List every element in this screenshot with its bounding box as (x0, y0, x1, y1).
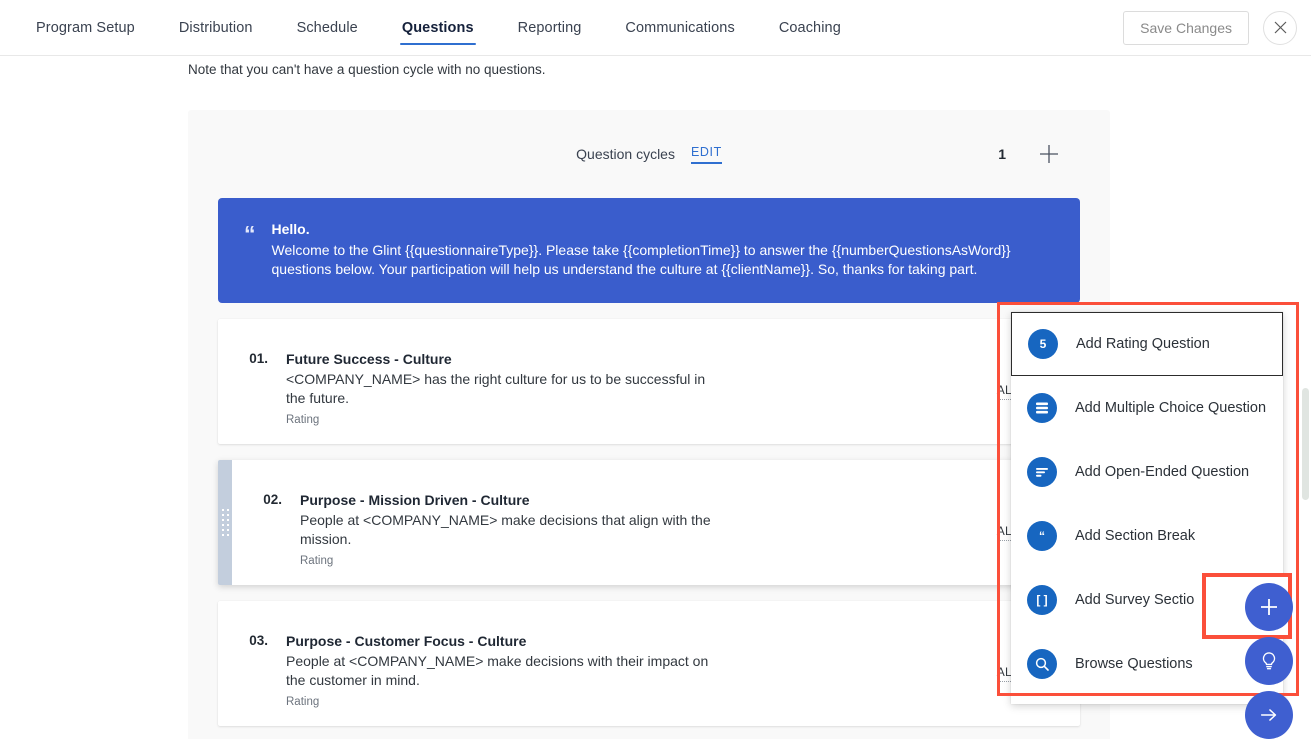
question-title: Purpose - Mission Driven - Culture (300, 492, 530, 508)
question-text: People at <COMPANY_NAME> make decisions … (300, 512, 711, 547)
question-cycles-label: Question cycles (576, 146, 675, 162)
tab-label: Coaching (778, 19, 841, 36)
add-fab[interactable] (1245, 583, 1293, 631)
add-question-menu: 5 Add Rating Question Add Multiple Choice … (1011, 312, 1283, 704)
brackets-icon: [ ] (1027, 585, 1057, 615)
tab-coaching[interactable]: Coaching (757, 0, 863, 56)
question-title: Purpose - Customer Focus - Culture (286, 633, 527, 649)
topbar-actions: Save Changes (1123, 10, 1311, 45)
tab-label: Reporting (517, 19, 582, 36)
intro-banner: “ Hello. Welcome to the Glint {{question… (218, 198, 1080, 303)
menu-item-label: Add Survey Sectio (1075, 592, 1195, 608)
close-icon[interactable] (1263, 10, 1297, 45)
intro-banner-text: Hello. Welcome to the Glint {{questionna… (272, 220, 1055, 279)
menu-item-add-rating-question[interactable]: 5 Add Rating Question (1011, 312, 1283, 376)
question-title: Future Success - Culture (286, 351, 452, 367)
menu-item-add-section-break[interactable]: “ Add Section Break (1011, 504, 1283, 568)
tab-communications[interactable]: Communications (603, 0, 756, 56)
question-type: Rating (286, 414, 320, 426)
question-text: <COMPANY_NAME> has the right culture for… (286, 371, 706, 406)
tab-label: Questions (401, 19, 474, 36)
tab-program-setup[interactable]: Program Setup (14, 0, 157, 56)
questions-panel: Question cycles EDIT 1 “ Hello. Welcome … (188, 110, 1110, 739)
tab-schedule[interactable]: Schedule (275, 0, 380, 56)
question-card-list: 01. Future Success - Culture <COMPANY_NAME… (188, 319, 1110, 726)
intro-banner-greeting: Hello. (271, 221, 310, 237)
open-ended-icon (1027, 457, 1057, 487)
search-icon (1027, 649, 1057, 679)
menu-item-add-open-ended-question[interactable]: Add Open-Ended Question (1011, 440, 1283, 504)
menu-item-label: Browse Questions (1075, 656, 1193, 672)
question-number: 03. (249, 633, 268, 648)
question-cycles-edit-link[interactable]: EDIT (690, 145, 722, 164)
question-cycles-count: 1 (998, 146, 1006, 162)
quote-icon: “ (244, 221, 256, 247)
floating-action-buttons (1245, 583, 1293, 739)
quote-icon: “ (1027, 521, 1057, 551)
tips-fab[interactable] (1245, 637, 1293, 685)
question-type: Rating (300, 555, 334, 567)
tab-label: Communications (625, 19, 735, 36)
tab-reporting[interactable]: Reporting (496, 0, 604, 56)
intro-banner-body: Welcome to the Glint {{questionnaireType… (271, 242, 1011, 277)
menu-item-add-multiple-choice-question[interactable]: Add Multiple Choice Question (1011, 376, 1283, 440)
question-content: Purpose - Mission Driven - Culture People… (300, 492, 752, 567)
rating-5-icon: 5 (1028, 329, 1058, 359)
tab-label: Distribution (178, 19, 253, 36)
save-changes-button[interactable]: Save Changes (1123, 10, 1249, 45)
question-content: Purpose - Customer Focus - Culture People… (286, 633, 738, 708)
tab-distribution[interactable]: Distribution (157, 0, 275, 56)
question-cycles-bar: Question cycles EDIT 1 (188, 110, 1110, 198)
question-card[interactable]: 03. Purpose - Customer Focus - Culture Peo… (218, 601, 1080, 726)
menu-item-label: Add Multiple Choice Question (1075, 400, 1267, 416)
menu-item-label: Add Rating Question (1076, 336, 1210, 352)
tab-list: Program Setup Distribution Schedule Questio… (0, 0, 863, 56)
menu-item-label: Add Open-Ended Question (1075, 464, 1250, 480)
question-type: Rating (286, 696, 320, 708)
top-navigation-bar: Program Setup Distribution Schedule Questio… (0, 0, 1311, 56)
tab-questions[interactable]: Questions (380, 0, 496, 56)
question-card[interactable]: 01. Future Success - Culture <COMPANY_NAME… (218, 319, 1080, 444)
app-root: Program Setup Distribution Schedule Questio… (0, 0, 1311, 739)
add-cycle-plus-icon[interactable] (1036, 141, 1062, 167)
multiple-choice-icon (1027, 393, 1057, 423)
page-scrollbar-thumb[interactable] (1302, 388, 1309, 500)
drag-handle-icon[interactable] (218, 460, 232, 585)
question-content: Future Success - Culture <COMPANY_NAME> h… (286, 351, 738, 426)
question-number: 02. (263, 492, 282, 507)
question-number: 01. (249, 351, 268, 366)
question-card[interactable]: 02. Purpose - Mission Driven - Culture Peo… (218, 460, 1080, 585)
question-text: People at <COMPANY_NAME> make decisions … (286, 653, 709, 688)
menu-item-browse-questions[interactable]: Browse Questions (1011, 632, 1283, 696)
menu-item-label: Add Section Break (1075, 528, 1196, 544)
cycle-note-text: Note that you can't have a question cycl… (188, 62, 546, 77)
tab-label: Schedule (296, 19, 358, 36)
next-fab[interactable] (1245, 691, 1293, 739)
tab-label: Program Setup (36, 19, 135, 36)
